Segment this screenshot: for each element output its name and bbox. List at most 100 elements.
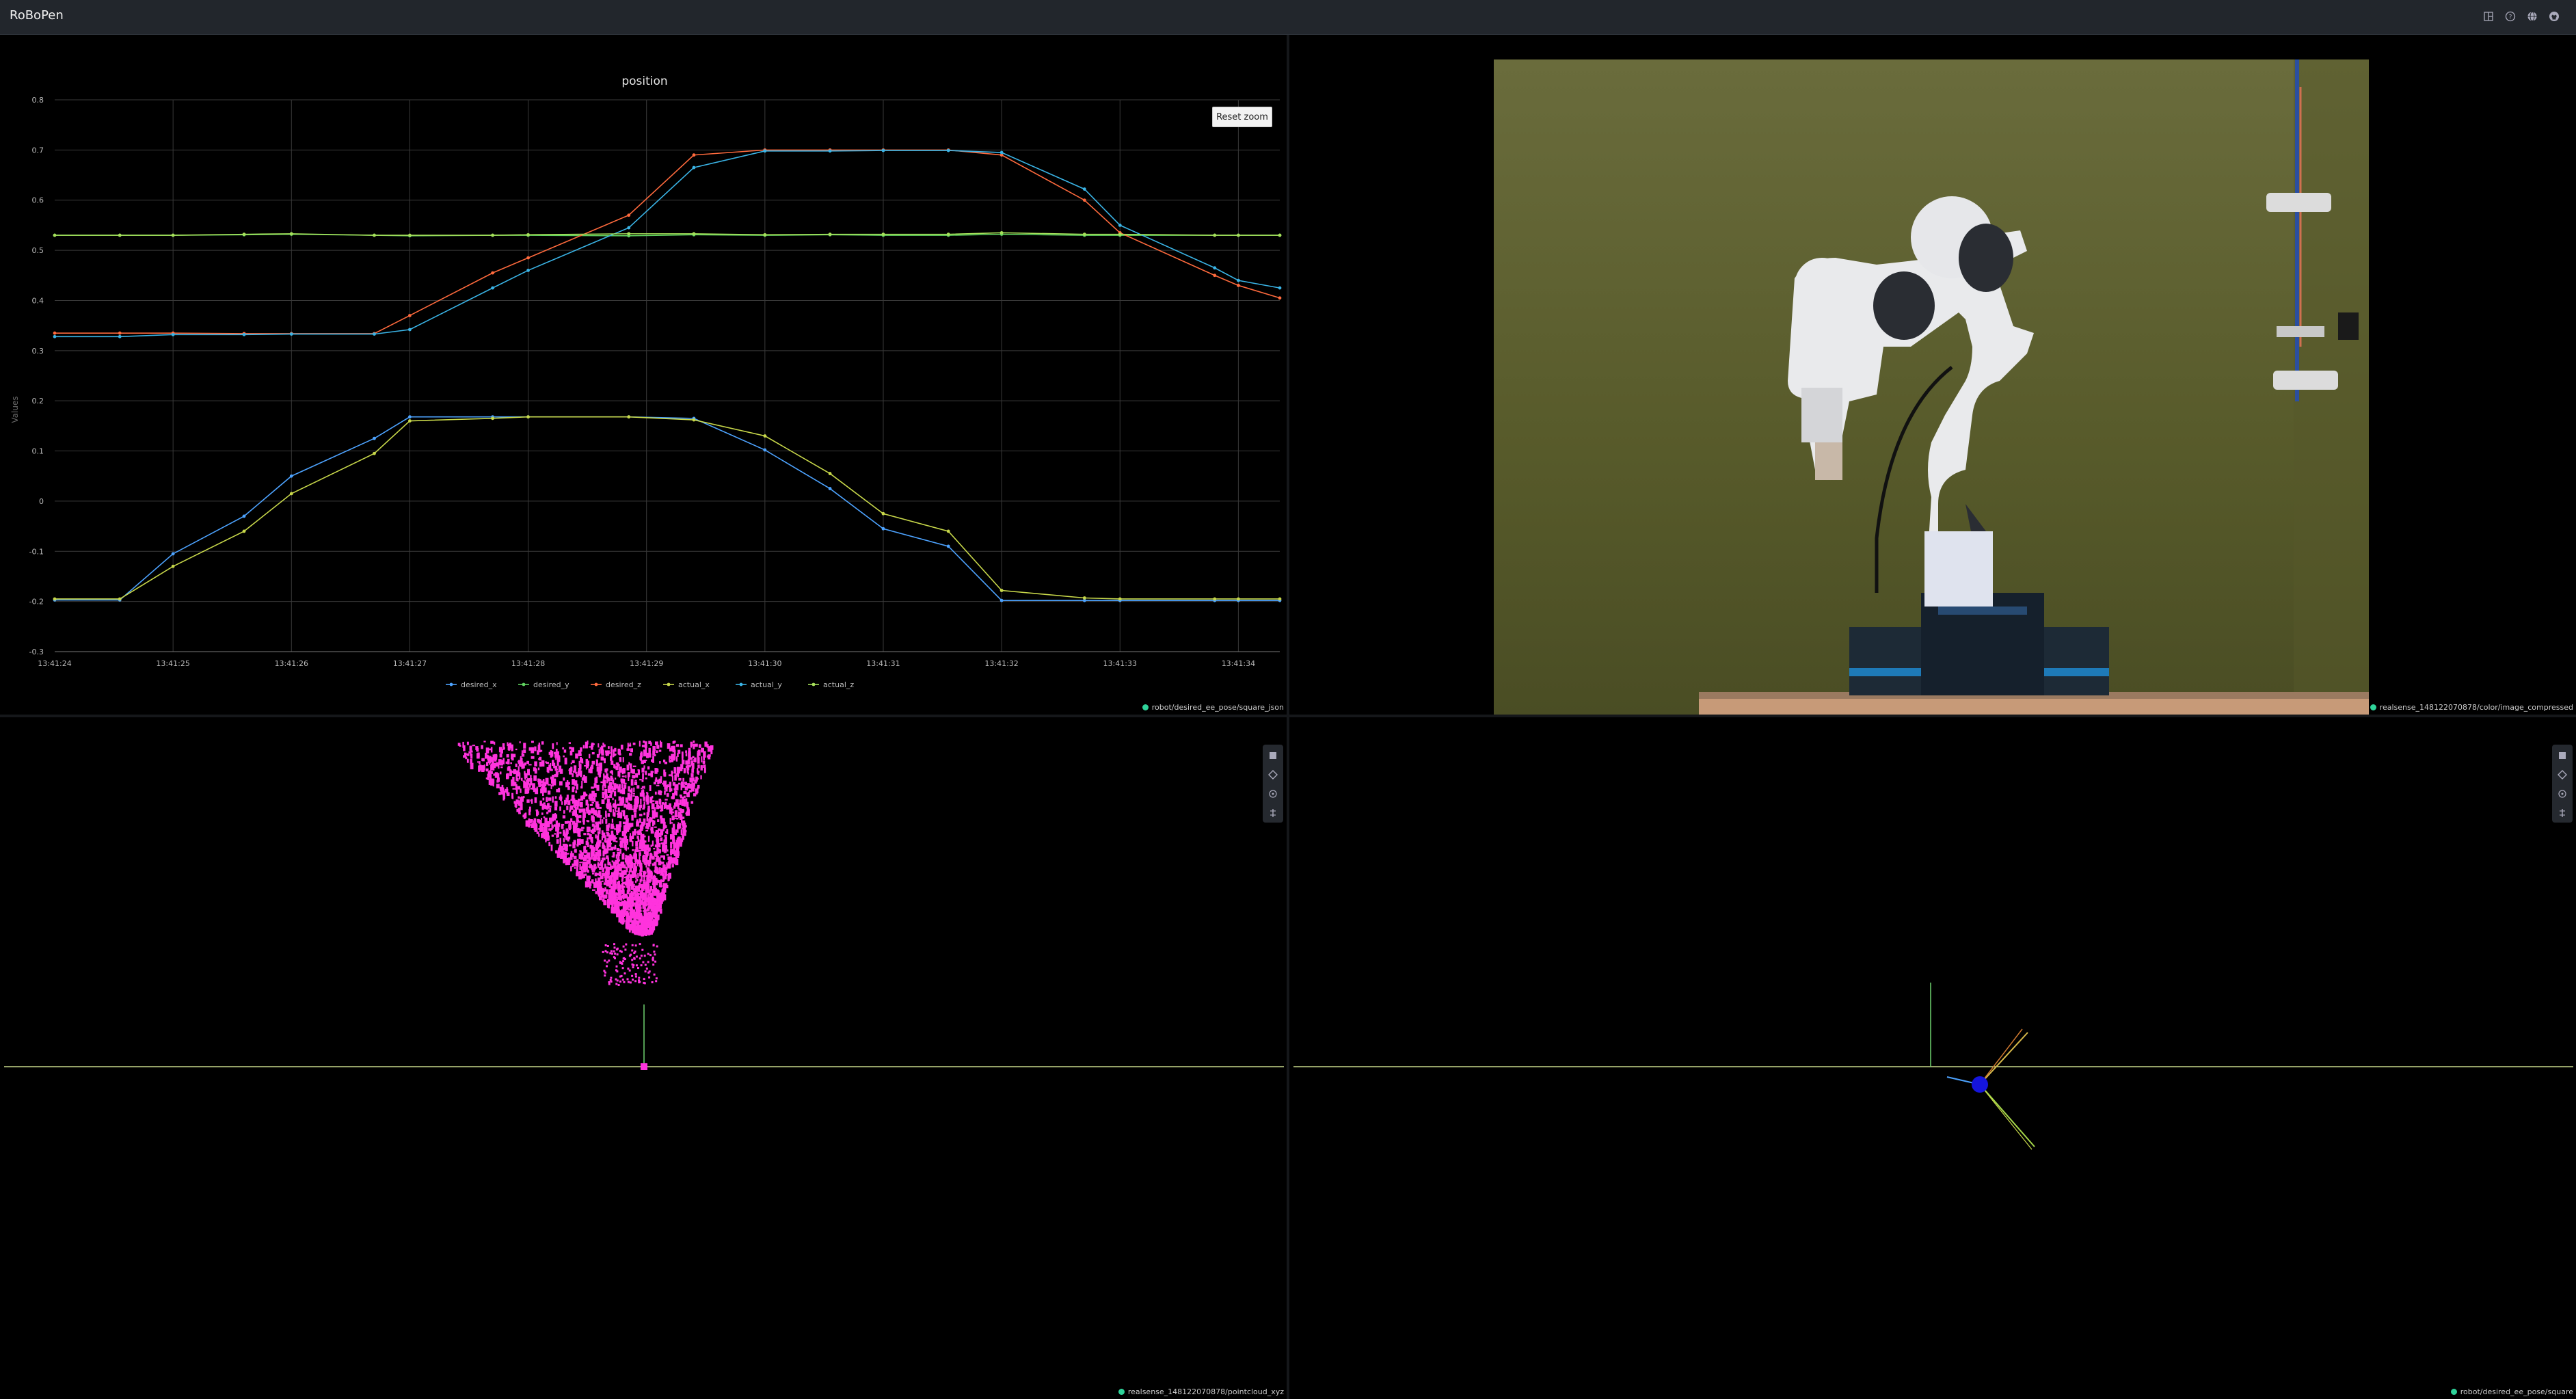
target-icon[interactable] [1265, 786, 1281, 802]
data-point[interactable] [1082, 187, 1086, 191]
data-point[interactable] [373, 436, 376, 440]
data-point[interactable] [1082, 232, 1086, 237]
data-point[interactable] [946, 148, 950, 152]
data-point[interactable] [408, 233, 412, 237]
data-point[interactable] [242, 332, 246, 336]
data-point[interactable] [881, 148, 885, 152]
data-point[interactable] [1237, 233, 1240, 237]
data-point[interactable] [118, 597, 122, 601]
legend-item-desired_x[interactable]: desired_x [446, 680, 497, 689]
series-desired_z[interactable] [53, 148, 1282, 336]
data-point[interactable] [408, 415, 412, 419]
data-point[interactable] [491, 233, 495, 237]
pose-viewport[interactable] [1289, 717, 2576, 1399]
data-point[interactable] [1278, 286, 1282, 290]
series-actual_x[interactable] [53, 415, 1282, 601]
data-point[interactable] [763, 232, 767, 237]
position-chart-panel[interactable]: -0.3 -0.2 -0.1 0 0.1 0.2 0.3 0.4 0.5 0.6 0.7 0.8 13:… [0, 35, 1287, 715]
layout-icon[interactable] [2482, 10, 2495, 23]
data-point[interactable] [526, 415, 530, 419]
series-actual_z[interactable] [53, 231, 1282, 237]
data-point[interactable] [1213, 233, 1217, 237]
data-point[interactable] [491, 416, 495, 421]
data-point[interactable] [1237, 284, 1240, 287]
data-point[interactable] [692, 165, 696, 170]
data-point[interactable] [763, 448, 767, 452]
image-topic[interactable]: realsense_148122070878/color/image_compr… [2370, 703, 2573, 712]
rotate-view-icon[interactable] [2554, 767, 2571, 783]
data-point[interactable] [1118, 232, 1122, 237]
data-point[interactable] [118, 233, 122, 237]
data-point[interactable] [1118, 224, 1122, 227]
data-point[interactable] [1118, 597, 1122, 601]
data-point[interactable] [373, 332, 376, 336]
pose-3d-panel[interactable]: robot/desired_ee_pose/square [1289, 717, 2576, 1399]
data-point[interactable] [763, 434, 767, 438]
data-point[interactable] [692, 153, 696, 157]
data-point[interactable] [946, 232, 950, 237]
data-point[interactable] [289, 474, 293, 478]
data-point[interactable] [881, 527, 885, 531]
camera-image-panel[interactable]: realsense_148122070878/color/image_compr… [1289, 35, 2576, 715]
layers-icon[interactable] [2554, 747, 2571, 764]
github-icon[interactable] [2547, 10, 2561, 23]
cloud-topic[interactable]: realsense_148122070878/pointcloud_xyz [1118, 1387, 1284, 1396]
data-point[interactable] [999, 150, 1004, 155]
data-point[interactable] [53, 331, 57, 335]
data-point[interactable] [1213, 274, 1217, 278]
data-point[interactable] [526, 256, 530, 260]
data-point[interactable] [828, 232, 832, 237]
data-point[interactable] [946, 544, 950, 548]
data-point[interactable] [999, 231, 1004, 235]
ruler-icon[interactable] [2554, 805, 2571, 821]
data-point[interactable] [289, 232, 293, 236]
data-point[interactable] [627, 226, 631, 230]
data-point[interactable] [289, 492, 293, 496]
data-point[interactable] [881, 232, 885, 237]
data-point[interactable] [828, 149, 832, 153]
series-desired_x[interactable] [53, 415, 1282, 602]
data-point[interactable] [1278, 233, 1282, 237]
data-point[interactable] [171, 332, 175, 336]
data-point[interactable] [1213, 597, 1217, 601]
pose-topic[interactable]: robot/desired_ee_pose/square [2450, 1387, 2573, 1396]
help-icon[interactable]: ? [2504, 10, 2517, 23]
pointcloud-viewport[interactable] [0, 717, 1287, 1399]
data-point[interactable] [491, 286, 495, 290]
data-point[interactable] [692, 418, 696, 422]
data-point[interactable] [53, 597, 57, 601]
data-point[interactable] [881, 511, 885, 516]
chart-topic[interactable]: robot/desired_ee_pose/square_json [1142, 703, 1284, 712]
data-point[interactable] [1278, 597, 1282, 601]
data-point[interactable] [627, 415, 631, 419]
data-point[interactable] [627, 213, 631, 217]
data-point[interactable] [1237, 278, 1240, 282]
data-point[interactable] [692, 232, 696, 236]
legend-item-actual_z[interactable]: actual_z [808, 680, 854, 689]
data-point[interactable] [408, 328, 412, 332]
ruler-icon[interactable] [1265, 805, 1281, 821]
data-point[interactable] [408, 419, 412, 423]
data-point[interactable] [491, 271, 495, 275]
legend-item-desired_z[interactable]: desired_z [591, 680, 641, 689]
data-point[interactable] [828, 487, 832, 490]
data-point[interactable] [373, 233, 376, 237]
data-point[interactable] [289, 332, 293, 336]
data-point[interactable] [627, 232, 631, 236]
data-point[interactable] [1278, 296, 1282, 300]
position-chart[interactable]: -0.3 -0.2 -0.1 0 0.1 0.2 0.3 0.4 0.5 0.6 0.7 0.8 13:… [0, 35, 1287, 715]
data-point[interactable] [999, 589, 1004, 592]
data-point[interactable] [526, 232, 530, 237]
target-icon[interactable] [2554, 786, 2571, 802]
data-point[interactable] [946, 529, 950, 533]
data-point[interactable] [1082, 596, 1086, 600]
series-actual_y[interactable] [53, 148, 1282, 338]
data-point[interactable] [171, 564, 175, 568]
legend-item-desired_y[interactable]: desired_y [518, 680, 569, 689]
layers-icon[interactable] [1265, 747, 1281, 764]
data-point[interactable] [526, 269, 530, 272]
data-point[interactable] [828, 472, 832, 475]
data-point[interactable] [171, 552, 175, 556]
data-point[interactable] [1082, 198, 1086, 202]
data-point[interactable] [242, 232, 246, 237]
